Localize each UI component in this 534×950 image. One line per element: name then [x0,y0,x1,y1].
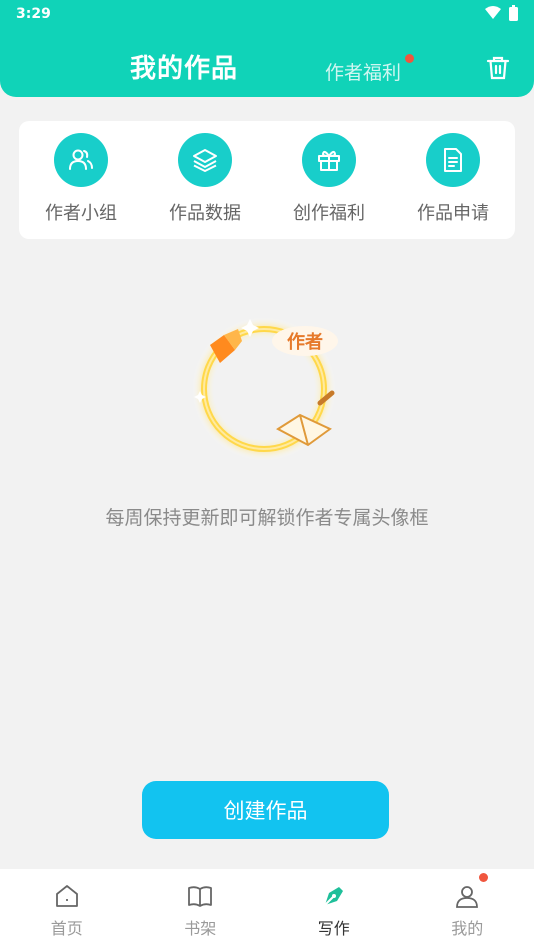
document-icon [444,148,462,172]
tab-label: 首页 [50,919,83,938]
author-welfare-link[interactable]: 作者福利 [325,58,401,85]
author-group-action[interactable]: 作者小组 [19,121,143,239]
header-bar: 3:29 我的作品 作者福利 [0,0,534,97]
tab-label: 书架 [184,919,217,938]
create-work-button[interactable]: 创建作品 [142,781,389,839]
tab-home[interactable]: 首页 [0,869,134,950]
wifi-icon [485,6,501,19]
gift-icon [318,150,340,171]
quick-action-label: 创作福利 [293,203,365,224]
work-application-action[interactable]: 作品申请 [391,121,515,239]
quick-action-circle [178,133,232,187]
user-icon [456,886,479,908]
quick-action-circle [426,133,480,187]
author-badge-text: 作者 [287,331,323,353]
work-data-action[interactable]: 作品数据 [143,121,267,239]
quick-action-label: 作品数据 [169,203,241,224]
trash-icon[interactable] [485,55,511,81]
bottom-tab-bar: 首页 书架 写作 我的 [0,869,534,950]
status-icons [485,5,518,21]
welfare-notification-dot [405,54,414,63]
creation-welfare-action[interactable]: 创作福利 [267,121,391,239]
quick-actions-card: 作者小组 作品数据 创作福利 作品申请 [19,121,515,239]
home-icon [55,885,78,907]
book-icon [188,886,213,907]
author-frame-illustration: 作者 [192,317,338,461]
tab-mine[interactable]: 我的 [401,869,534,950]
pen-icon [324,887,343,906]
tab-bookshelf[interactable]: 书架 [134,869,268,950]
status-time: 3:29 [16,6,51,22]
people-icon [69,149,93,170]
quick-action-circle [302,133,356,187]
battery-icon [509,5,518,21]
page-title: 我的作品 [130,54,239,84]
quick-action-label: 作品申请 [417,203,489,224]
profile-notification-dot [478,873,488,882]
layers-icon [193,149,217,172]
quick-action-circle [54,133,108,187]
tab-label: 我的 [451,919,484,938]
tab-writing[interactable]: 写作 [267,869,401,950]
empty-state-message: 每周保持更新即可解锁作者专属头像框 [105,507,429,529]
quick-action-label: 作者小组 [45,203,117,224]
tab-label: 写作 [317,919,350,938]
